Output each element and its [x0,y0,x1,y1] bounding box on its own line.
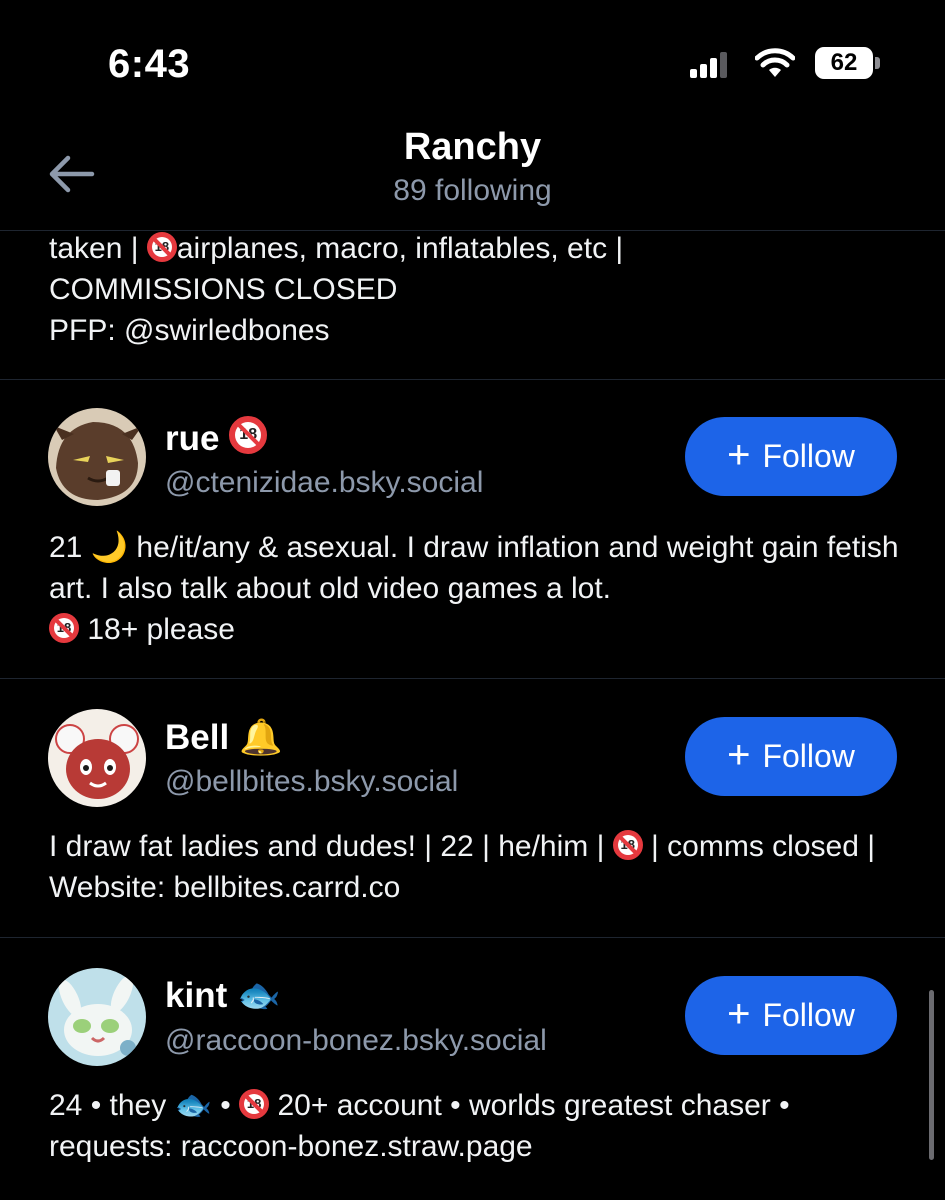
follow-label: Follow [762,438,855,474]
wifi-icon [755,48,795,77]
battery-icon: 62 [815,47,881,81]
cellular-signal-icon [690,52,727,78]
no-under-18-icon: 18 [239,1089,270,1119]
user-handle: @ctenizidae.bsky.social [165,466,484,499]
bio-text: taken | [49,232,147,265]
moon-icon: 🌙 [90,531,129,564]
user-handle: @bellbites.bsky.social [165,765,459,798]
no-under-18-icon: 18 [229,416,268,454]
follow-button[interactable]: + Follow [685,976,897,1055]
display-name: rue 18 [165,416,268,459]
user-handle: @raccoon-bonez.bsky.social [165,1024,547,1057]
bell-icon: 🔔 [238,718,283,757]
display-name: Bell 🔔 [165,718,283,757]
follow-button[interactable]: + Follow [685,417,897,496]
no-under-18-icon: 18 [146,232,177,262]
no-under-18-icon: 18 [49,613,79,643]
follow-button[interactable]: + Follow [685,717,897,796]
status-bar: 6:43 62 [0,0,945,120]
battery-level: 62 [830,49,858,76]
following-count: 89 following [393,174,552,207]
follow-label: Follow [762,738,855,774]
avatar[interactable] [48,408,146,506]
avatar[interactable] [48,709,146,807]
status-time: 6:43 [108,42,191,86]
header: Ranchy 89 following [0,120,945,231]
bio-text: COMMISSIONS CLOSED [49,273,398,306]
avatar[interactable] [48,968,146,1066]
user-card-bell[interactable]: Bell 🔔 @bellbites.bsky.social + Follow I… [0,679,945,937]
plus-icon: + [727,991,751,1036]
display-name: kint 🐟 [165,976,281,1015]
plus-icon: + [727,432,751,477]
user-bio: I draw fat ladies and dudes! | 22 | he/h… [49,830,876,904]
previous-user-bio: taken | 18airplanes, macro, inflatables,… [49,228,909,351]
fish-icon: 🐟 [236,976,281,1015]
user-card-kint[interactable]: kint 🐟 @raccoon-bonez.bsky.social + Foll… [0,938,945,1200]
no-under-18-icon: 18 [612,830,643,860]
fish-icon: 🐟 [174,1089,212,1122]
user-bio: 24 • they 🐟 • 18 20+ account • worlds gr… [49,1089,790,1163]
follow-label: Follow [762,997,855,1033]
page-title: Ranchy [403,126,542,168]
user-bio: 21 🌙 he/it/any & asexual. I draw inflati… [49,531,899,646]
scrollbar[interactable] [929,990,934,1160]
user-card-rue[interactable]: rue 18 @ctenizidae.bsky.social + Follow … [0,380,945,678]
bio-text: airplanes, macro, inflatables, etc | [176,232,624,265]
plus-icon: + [727,732,751,777]
bio-text: PFP: @swirledbones [49,314,330,347]
